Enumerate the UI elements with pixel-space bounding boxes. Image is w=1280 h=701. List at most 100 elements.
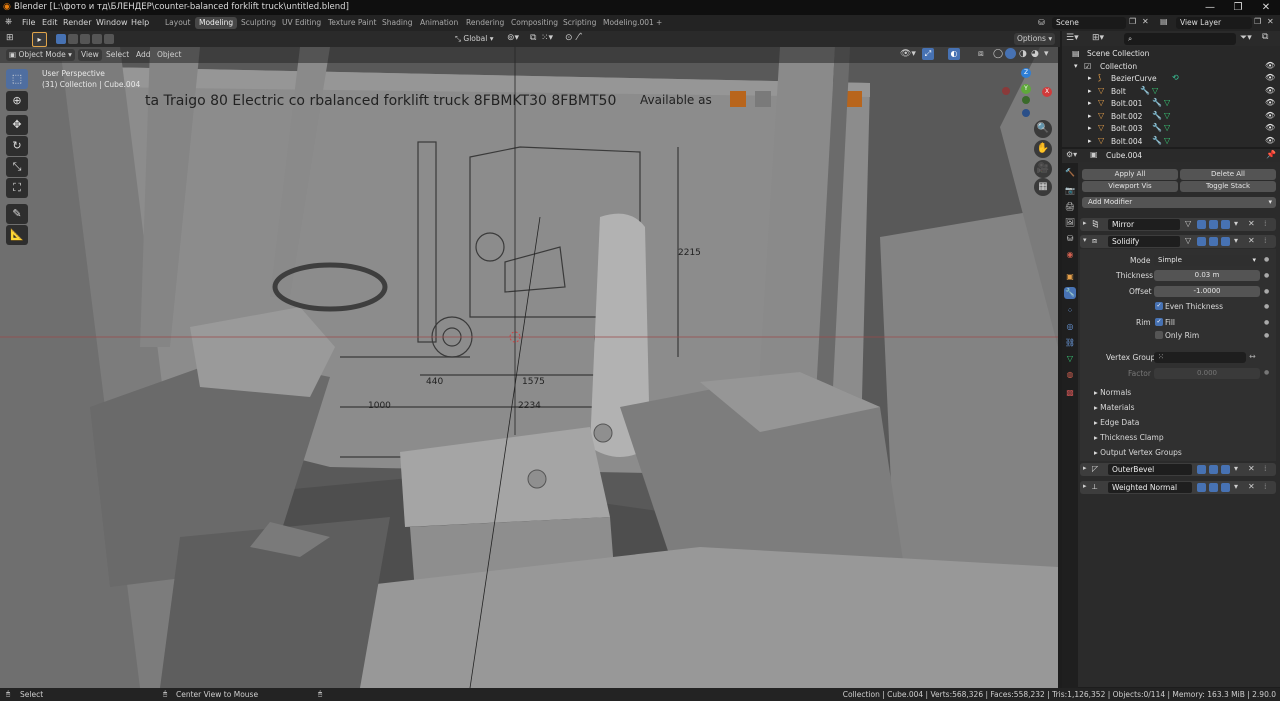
tab-modeling-001[interactable]: Modeling.001 [599,17,658,29]
menu-file[interactable]: File [22,18,35,27]
viewport-vis-button[interactable]: Viewport Vis [1082,181,1178,192]
expand-icon[interactable]: ▾ [1074,62,1078,70]
offset-field[interactable]: -1.0000 [1154,286,1260,297]
snap-target-icon[interactable]: ⁙▾ [541,33,553,43]
tab-world-icon[interactable]: ◉ [1064,249,1076,261]
collection-checkbox-icon[interactable]: ☑ [1084,62,1091,71]
cursor-tool[interactable]: ⊕ [6,91,28,111]
tab-output-icon[interactable]: 🖨 [1064,201,1076,213]
select-mode-extend-icon[interactable] [68,34,78,44]
modifier-menu-icon[interactable]: ▾ [1234,236,1238,245]
tab-animation[interactable]: Animation [416,17,462,29]
gizmo-z-axis[interactable]: Z [1021,68,1031,78]
active-tool-icon[interactable]: ▸ [32,32,47,47]
options-dropdown[interactable]: Options ▾ [1014,33,1056,45]
falloff-icon[interactable]: ⁄ˆ [577,33,583,43]
gizmo-neg-z[interactable] [1022,109,1030,117]
tab-particles-icon[interactable]: ⁘ [1064,305,1076,317]
animate-dot-icon[interactable]: ● [1264,288,1269,295]
tab-object-icon[interactable]: ▣ [1064,271,1076,283]
modifier-menu-icon[interactable]: ▾ [1234,219,1238,228]
outliner-item[interactable]: ▸ ▽ Bolt.003 🔧 ▽ 👁 [1062,123,1280,136]
render-icon[interactable] [1221,220,1230,229]
select-mode-invert-icon[interactable] [92,34,102,44]
animate-dot-icon[interactable]: ● [1264,369,1269,376]
collapse-arrow-icon[interactable]: ▾ [1083,236,1087,244]
tab-view-layer-icon[interactable]: 🖼 [1064,217,1076,229]
3d-viewport[interactable]: ta Traigo 80 Electric co rbalanced forkl… [0,47,1058,688]
select-mode-intersect-icon[interactable] [104,34,114,44]
tab-modeling[interactable]: Modeling [195,17,238,29]
modifier-solidify[interactable]: ▾ ⧈ Solidify ▽ ▾ ✕ ⁞ [1080,235,1276,248]
only-rim-checkbox[interactable] [1155,331,1163,339]
outliner-item[interactable]: ▸ ⟆ BezierCurve ⟲ 👁 [1062,73,1280,86]
modifier-remove-icon[interactable]: ✕ [1248,219,1255,228]
scene-delete-icon[interactable]: ✕ [1142,17,1149,26]
expand-icon[interactable]: ▸ [1088,87,1092,95]
expand-icon[interactable]: ▸ [1088,124,1092,132]
gizmo-y-axis[interactable]: Y [1021,84,1031,94]
animate-dot-icon[interactable]: ● [1264,256,1269,263]
render-icon[interactable] [1221,465,1230,474]
tab-data-icon[interactable]: ▽ [1064,353,1076,365]
modifier-weighted-normal[interactable]: ▸ ⟂ Weighted Normal ▾ ✕ ⁞ [1080,481,1276,494]
editmode-icon[interactable] [1197,237,1206,246]
modifier-name-field[interactable]: OuterBevel [1108,464,1192,475]
shading-wireframe-icon[interactable]: ◯ [993,49,1003,59]
expand-icon[interactable]: ▸ [1088,74,1092,82]
menu-select[interactable]: Select [103,49,132,61]
tab-texture-paint[interactable]: Texture Paint [324,17,380,29]
outliner-filter-funnel-icon[interactable]: ⏷▾ [1240,33,1252,43]
invert-vertex-group-icon[interactable]: ↔ [1249,352,1256,361]
tab-compositing[interactable]: Compositing [507,17,562,29]
zoom-button[interactable]: 🔍 [1034,120,1052,138]
visibility-icon[interactable]: 👁▾ [900,49,916,59]
close-button[interactable]: ✕ [1252,0,1280,15]
subpanel-output-vertex-groups[interactable]: ▸ Output Vertex Groups [1094,448,1182,457]
subpanel-materials[interactable]: ▸ Materials [1094,403,1135,412]
tab-sculpting[interactable]: Sculpting [237,17,280,29]
menu-view[interactable]: View [78,49,102,61]
menu-render[interactable]: Render [63,18,91,27]
gizmo-x-axis[interactable]: X [1042,87,1052,97]
toggle-stack-button[interactable]: Toggle Stack [1180,181,1276,192]
modifier-name-field[interactable]: Weighted Normal [1108,482,1192,493]
view-layer-delete-icon[interactable]: ✕ [1267,17,1274,26]
visibility-eye-icon[interactable]: 👁 [1265,61,1275,70]
editmode-icon[interactable] [1197,483,1206,492]
outliner-scene-collection[interactable]: ▤ Scene Collection [1062,48,1280,61]
new-collection-icon[interactable]: ⧉ [1262,32,1268,42]
modifier-mirror[interactable]: ▸ ⧎ Mirror ▽ ▾ ✕ ⁞ [1080,218,1276,231]
visibility-eye-icon[interactable]: 👁 [1265,136,1275,145]
factor-field[interactable]: 0.000 [1154,368,1260,379]
expand-icon[interactable]: ▸ [1088,137,1092,145]
blender-menu-icon[interactable]: ⎈ [5,17,12,27]
modifier-remove-icon[interactable]: ✕ [1248,464,1255,473]
edit-mode-toggle-icon[interactable]: ▽ [1185,219,1191,228]
annotate-tool[interactable]: ✎ [6,204,28,224]
editmode-icon[interactable] [1197,465,1206,474]
measure-tool[interactable]: 📐 [6,225,28,245]
modifier-name-field[interactable]: Solidify [1108,236,1180,247]
outliner-item[interactable]: ▸ ▽ Bolt.004 🔧 ▽ 👁 [1062,136,1280,149]
animate-dot-icon[interactable]: ● [1264,332,1269,339]
visibility-eye-icon[interactable]: 👁 [1265,86,1275,95]
expand-icon[interactable]: ▸ [1088,112,1092,120]
view-layer-copy-icon[interactable]: ❐ [1254,17,1261,26]
tab-texture-icon[interactable]: ▩ [1064,387,1076,399]
visibility-eye-icon[interactable]: 👁 [1265,111,1275,120]
ortho-toggle-button[interactable]: ▦ [1034,178,1052,196]
pan-button[interactable]: ✋ [1034,140,1052,158]
outliner-editor-icon[interactable]: ☰▾ [1066,33,1079,43]
menu-edit[interactable]: Edit [42,18,58,27]
render-icon[interactable] [1221,483,1230,492]
mode-dropdown[interactable]: Simple ▾ [1154,255,1260,266]
collapse-arrow-icon[interactable]: ▸ [1083,219,1087,227]
viewport-icon[interactable] [1209,237,1218,246]
menu-help[interactable]: Help [131,18,149,27]
delete-all-button[interactable]: Delete All [1180,169,1276,180]
scene-selector-icon[interactable]: ⛁ [1038,18,1045,27]
pin-icon[interactable]: 📌 [1266,150,1276,159]
drag-handle-icon[interactable]: ⁞ [1264,219,1267,228]
tab-render-icon[interactable]: 📷 [1064,185,1076,197]
